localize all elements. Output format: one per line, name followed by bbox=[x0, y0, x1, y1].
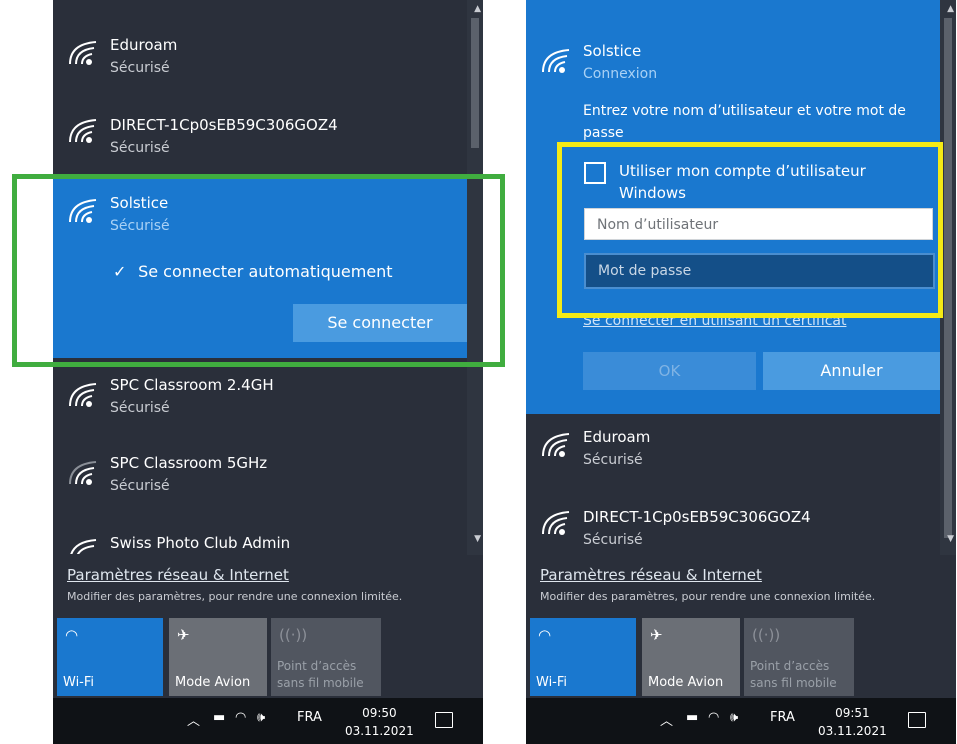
network-status: Sécurisé bbox=[583, 452, 643, 468]
taskbar: ︿ ▬ ◠ 🕪 FRA 09:50 03.11.2021 bbox=[53, 698, 483, 744]
time: 09:51 bbox=[835, 706, 870, 720]
wifi-icon[interactable]: ◠ bbox=[708, 710, 719, 725]
notification-icon[interactable] bbox=[435, 712, 453, 728]
network-settings-link[interactable]: Paramètres réseau & Internet bbox=[540, 566, 762, 584]
ok-button[interactable]: OK bbox=[583, 352, 756, 390]
airplane-mode-tile[interactable]: ✈ Mode Avion bbox=[169, 618, 267, 696]
wifi-icon bbox=[70, 539, 97, 554]
network-name: DIRECT-1Cp0sEB59C306GOZ4 bbox=[110, 116, 338, 134]
network-name: Swiss Photo Club Admin bbox=[110, 534, 291, 552]
chevron-up-icon[interactable]: ︿ bbox=[660, 710, 673, 729]
wifi-icon bbox=[69, 461, 97, 485]
notification-icon[interactable] bbox=[908, 712, 926, 728]
wifi-icon bbox=[542, 511, 570, 535]
wifi-icon bbox=[69, 383, 97, 407]
hotspot-label-line2: sans fil mobile bbox=[277, 676, 364, 690]
network-status: Sécurisé bbox=[110, 140, 170, 156]
hotspot-tile-label: Point d’accès sans fil mobile bbox=[750, 658, 837, 692]
clock[interactable]: 09:50 03.11.2021 bbox=[345, 704, 414, 740]
taskbar: ︿ ▬ ◠ 🕪 FRA 09:51 03.11.2021 bbox=[526, 698, 956, 744]
network-status: Sécurisé bbox=[110, 478, 170, 494]
mobile-hotspot-tile[interactable]: ((·)) Point d’accès sans fil mobile bbox=[744, 618, 854, 696]
network-item-spc-24[interactable]: SPC Classroom 2.4GH Sécurisé bbox=[53, 362, 467, 440]
wifi-tile[interactable]: ◠ Wi-Fi bbox=[530, 618, 636, 696]
language-indicator[interactable]: FRA bbox=[297, 710, 322, 725]
hotspot-icon: ((·)) bbox=[752, 626, 781, 644]
airplane-mode-tile[interactable]: ✈ Mode Avion bbox=[642, 618, 740, 696]
network-name: SPC Classroom 5GHz bbox=[110, 454, 268, 472]
network-settings-desc: Modifier des paramètres, pour rendre une… bbox=[540, 590, 876, 603]
clock[interactable]: 09:51 03.11.2021 bbox=[818, 704, 887, 740]
date: 03.11.2021 bbox=[818, 724, 887, 738]
scroll-thumb[interactable] bbox=[944, 18, 952, 538]
chevron-down-icon[interactable]: ▼ bbox=[947, 534, 954, 544]
wifi-icon: ◠ bbox=[65, 626, 79, 644]
wifi-tile-label: Wi-Fi bbox=[536, 675, 568, 690]
network-status: Sécurisé bbox=[110, 60, 170, 76]
hotspot-label-line1: Point d’accès bbox=[750, 659, 830, 673]
wifi-tile-label: Wi-Fi bbox=[63, 675, 95, 690]
wifi-icon bbox=[69, 41, 97, 65]
network-item-eduroam[interactable]: Eduroam Sécurisé bbox=[526, 414, 940, 492]
network-flyout-left: Eduroam Sécurisé DIRECT-1Cp0sEB59C306GOZ… bbox=[53, 0, 483, 744]
chevron-up-icon[interactable]: ︿ bbox=[187, 710, 200, 729]
chevron-up-icon[interactable]: ▲ bbox=[947, 4, 954, 14]
time: 09:50 bbox=[362, 706, 397, 720]
highlight-box-yellow bbox=[557, 142, 943, 318]
network-status: Sécurisé bbox=[110, 400, 170, 416]
hotspot-tile-label: Point d’accès sans fil mobile bbox=[277, 658, 364, 692]
chevron-up-icon[interactable]: ▲ bbox=[474, 4, 481, 14]
wifi-icon bbox=[69, 119, 97, 143]
network-settings-link[interactable]: Paramètres réseau & Internet bbox=[67, 566, 289, 584]
network-item-direct[interactable]: DIRECT-1Cp0sEB59C306GOZ4 Sécurisé bbox=[526, 492, 940, 570]
volume-icon[interactable]: 🕪 bbox=[730, 710, 738, 725]
hotspot-label-line2: sans fil mobile bbox=[750, 676, 837, 690]
network-settings-desc: Modifier des paramètres, pour rendre une… bbox=[67, 590, 403, 603]
wifi-tile[interactable]: ◠ Wi-Fi bbox=[57, 618, 163, 696]
network-flyout-right: Solstice Connexion Entrez votre nom d’ut… bbox=[526, 0, 956, 744]
airplane-icon: ✈ bbox=[650, 626, 663, 644]
network-item-eduroam[interactable]: Eduroam Sécurisé bbox=[53, 22, 467, 100]
wifi-icon[interactable]: ◠ bbox=[235, 710, 246, 725]
hotspot-label-line1: Point d’accès bbox=[277, 659, 357, 673]
selected-network-name: Solstice bbox=[583, 42, 642, 60]
battery-icon[interactable]: ▬ bbox=[686, 710, 698, 725]
highlight-box-green bbox=[12, 174, 505, 367]
cancel-button[interactable]: Annuler bbox=[763, 352, 940, 390]
network-item-direct[interactable]: DIRECT-1Cp0sEB59C306GOZ4 Sécurisé bbox=[53, 100, 467, 178]
network-item-spc-5[interactable]: SPC Classroom 5GHz Sécurisé bbox=[53, 440, 467, 518]
date: 03.11.2021 bbox=[345, 724, 414, 738]
network-name: DIRECT-1Cp0sEB59C306GOZ4 bbox=[583, 508, 811, 526]
battery-icon[interactable]: ▬ bbox=[213, 710, 225, 725]
scroll-thumb[interactable] bbox=[471, 18, 479, 148]
wifi-icon bbox=[542, 433, 570, 457]
language-indicator[interactable]: FRA bbox=[770, 710, 795, 725]
network-status: Sécurisé bbox=[583, 532, 643, 548]
wifi-icon: ◠ bbox=[538, 626, 552, 644]
airplane-tile-label: Mode Avion bbox=[175, 675, 251, 690]
wifi-icon bbox=[542, 49, 570, 73]
chevron-down-icon[interactable]: ▼ bbox=[474, 534, 481, 544]
network-item-swiss-photo[interactable]: Swiss Photo Club Admin bbox=[53, 518, 467, 554]
network-name: Eduroam bbox=[583, 428, 651, 446]
airplane-tile-label: Mode Avion bbox=[648, 675, 724, 690]
hotspot-icon: ((·)) bbox=[279, 626, 308, 644]
network-name: Eduroam bbox=[110, 36, 178, 54]
selected-network-status: Connexion bbox=[583, 66, 658, 82]
airplane-icon: ✈ bbox=[177, 626, 190, 644]
mobile-hotspot-tile[interactable]: ((·)) Point d’accès sans fil mobile bbox=[271, 618, 381, 696]
network-name: SPC Classroom 2.4GH bbox=[110, 376, 274, 394]
volume-icon[interactable]: 🕪 bbox=[257, 710, 265, 725]
login-prompt: Entrez votre nom d’utilisateur et votre … bbox=[583, 103, 906, 141]
